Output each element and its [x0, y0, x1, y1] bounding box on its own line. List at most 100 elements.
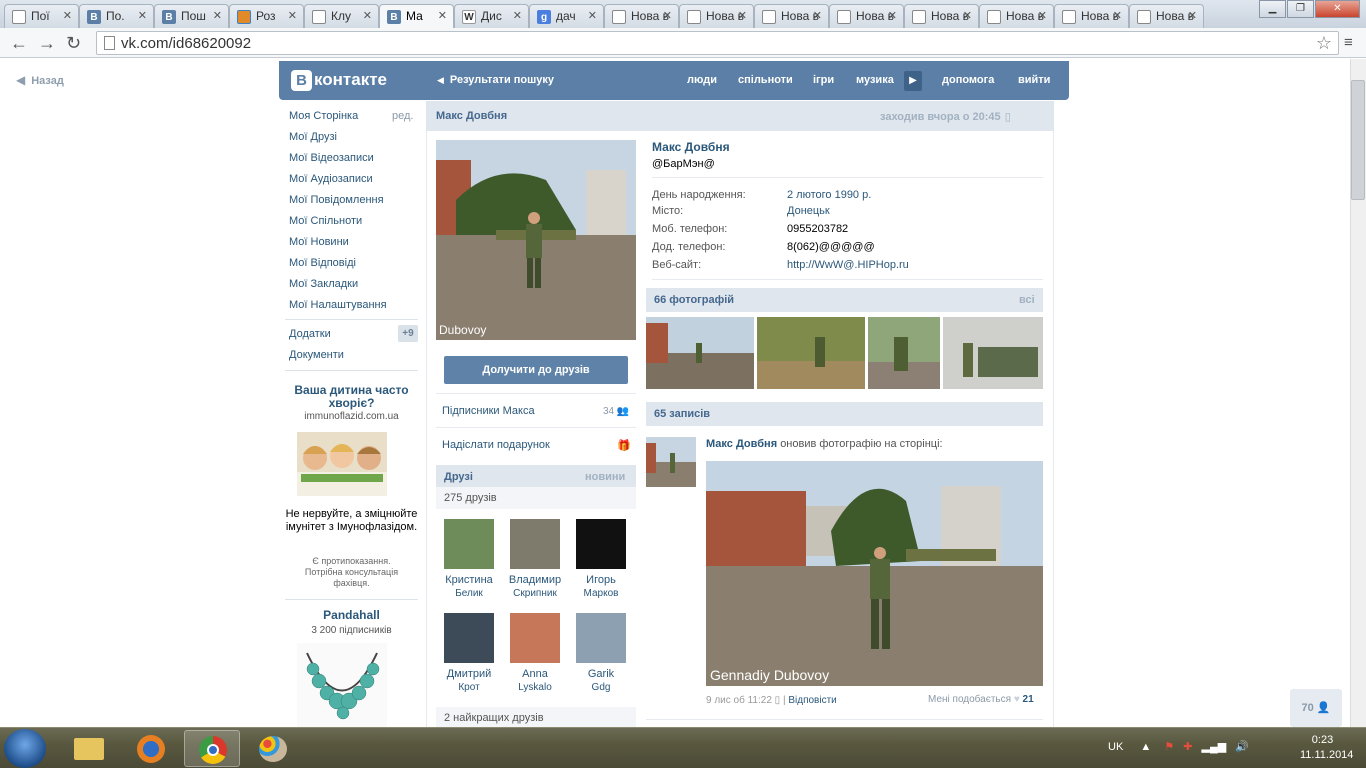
- nav-games[interactable]: ігри: [813, 74, 834, 86]
- friend-first-name[interactable]: Владимир: [505, 574, 565, 587]
- friend-last-name[interactable]: Gdg: [571, 681, 631, 694]
- add-friend-button[interactable]: Долучити до друзів: [444, 356, 628, 384]
- tab-5[interactable]: Клу ✕: [304, 4, 379, 28]
- tab-9[interactable]: Нова в ✕: [604, 4, 679, 28]
- tab-7[interactable]: W Дис ✕: [454, 4, 529, 28]
- subscribers-link[interactable]: Підписники Макса: [442, 405, 535, 417]
- menu-item-4[interactable]: Мої Аудіозаписи: [289, 173, 373, 185]
- friend-card[interactable]: Anna Lyskalo: [505, 613, 565, 694]
- network-warning-icon[interactable]: ⚑: [1164, 741, 1174, 753]
- tab-4[interactable]: Роз ✕: [229, 4, 304, 28]
- reload-icon[interactable]: ↻: [66, 34, 81, 52]
- close-tab-icon[interactable]: ✕: [588, 9, 597, 22]
- friend-last-name[interactable]: Lyskalo: [505, 681, 565, 694]
- nav-music[interactable]: музика: [856, 74, 894, 86]
- info-value[interactable]: Донецьк: [787, 205, 830, 217]
- tab-11[interactable]: Нова в ✕: [754, 4, 829, 28]
- browser-menu-icon[interactable]: ≡: [1344, 34, 1353, 51]
- close-tab-icon[interactable]: ✕: [513, 9, 522, 22]
- tab-3[interactable]: B Пош ✕: [154, 4, 229, 28]
- reply-link[interactable]: Відповісти: [788, 695, 836, 706]
- friend-avatar[interactable]: [576, 519, 626, 569]
- vk-logo[interactable]: Bконтакте: [291, 70, 387, 91]
- posts-title[interactable]: 65 записів: [654, 408, 710, 420]
- friend-card[interactable]: Дмитрий Крот: [439, 613, 499, 694]
- tab-15[interactable]: Нова в ✕: [1054, 4, 1129, 28]
- close-tab-icon[interactable]: ✕: [213, 9, 222, 22]
- close-tab-icon[interactable]: ✕: [138, 9, 147, 22]
- paint-taskbar-icon[interactable]: [245, 730, 301, 767]
- back-link[interactable]: ◀ Назад: [16, 73, 64, 87]
- friend-last-name[interactable]: Скрипник: [505, 587, 565, 600]
- menu-item-10[interactable]: Мої Налаштування: [289, 299, 387, 311]
- friend-last-name[interactable]: Крот: [439, 681, 499, 694]
- menu-item-9[interactable]: Мої Закладки: [289, 278, 358, 290]
- tab-14[interactable]: Нова в ✕: [979, 4, 1054, 28]
- photo-thumb-1[interactable]: [646, 317, 754, 389]
- explorer-taskbar-icon[interactable]: [62, 730, 118, 767]
- tab-1[interactable]: Пої ✕: [4, 4, 79, 28]
- profile-photo[interactable]: Dubovoy: [436, 140, 636, 340]
- ad-image[interactable]: [297, 432, 387, 496]
- nav-communities[interactable]: спільноти: [738, 74, 793, 86]
- scrollbar-thumb[interactable]: [1351, 80, 1365, 200]
- ad2-title[interactable]: Pandahall: [285, 608, 418, 622]
- start-button-icon[interactable]: [4, 729, 46, 768]
- info-value[interactable]: 2 лютого 1990 р.: [787, 189, 871, 201]
- security-icon[interactable]: ✚: [1183, 741, 1192, 753]
- like-button[interactable]: Мені подобається ♥ 21: [928, 694, 1034, 705]
- bookmark-star-icon[interactable]: ☆: [1316, 33, 1332, 54]
- tray-expand-icon[interactable]: ▲: [1140, 741, 1151, 753]
- menu-item-6[interactable]: Мої Спільноти: [289, 215, 362, 227]
- photo-thumb-4[interactable]: [943, 317, 1043, 389]
- tab-12[interactable]: Нова в ✕: [829, 4, 904, 28]
- photos-title[interactable]: 66 фотографій: [654, 294, 734, 306]
- friend-first-name[interactable]: Garik: [571, 668, 631, 681]
- close-window-button[interactable]: ✕: [1315, 0, 1360, 18]
- ad2-image[interactable]: [297, 643, 387, 727]
- maximize-button[interactable]: ❐: [1287, 0, 1314, 18]
- apps-badge[interactable]: +9: [398, 325, 418, 342]
- ad-domain[interactable]: immunoflazid.com.ua: [285, 411, 418, 422]
- post-date[interactable]: 9 лис об 11:22: [706, 695, 772, 706]
- close-tab-icon[interactable]: ✕: [1038, 9, 1047, 22]
- friend-last-name[interactable]: Марков: [571, 587, 631, 600]
- menu-documents[interactable]: Документи: [289, 349, 344, 361]
- friend-avatar[interactable]: [510, 613, 560, 663]
- close-tab-icon[interactable]: ✕: [1113, 9, 1122, 22]
- tab-16[interactable]: Нова в ✕: [1129, 4, 1204, 28]
- tab-10[interactable]: Нова в ✕: [679, 4, 754, 28]
- forward-arrow-icon[interactable]: →: [38, 34, 56, 52]
- menu-item-1[interactable]: Моя Сторінка: [289, 110, 358, 122]
- photo-thumb-3[interactable]: [868, 317, 940, 389]
- friends-news-link[interactable]: новини: [585, 471, 625, 483]
- friend-avatar[interactable]: [510, 519, 560, 569]
- menu-apps[interactable]: Додатки: [289, 328, 331, 340]
- ad-title[interactable]: Ваша дитина часто хворіє?: [285, 384, 418, 410]
- tab-8[interactable]: g дач ✕: [529, 4, 604, 28]
- online-friends-counter[interactable]: 70 👤: [1290, 689, 1342, 727]
- menu-item-7[interactable]: Мої Новини: [289, 236, 349, 248]
- tab-13[interactable]: Нова в ✕: [904, 4, 979, 28]
- nav-logout[interactable]: вийти: [1018, 74, 1050, 86]
- nav-help[interactable]: допомога: [942, 74, 994, 86]
- edit-link[interactable]: ред.: [392, 110, 413, 122]
- nav-people[interactable]: люди: [687, 74, 717, 86]
- friend-card[interactable]: Игорь Марков: [571, 519, 631, 600]
- close-tab-icon[interactable]: ✕: [63, 9, 72, 22]
- send-gift-link[interactable]: Надіслати подарунок: [442, 439, 550, 451]
- clock[interactable]: 0:23 11.11.2014: [1300, 733, 1353, 763]
- photo-thumb-2[interactable]: [757, 317, 865, 389]
- friend-first-name[interactable]: Игорь: [571, 574, 631, 587]
- firefox-taskbar-icon[interactable]: [123, 730, 179, 767]
- post-author-avatar[interactable]: [646, 437, 696, 487]
- profile-status[interactable]: @БарМэн@: [652, 158, 715, 170]
- back-arrow-icon[interactable]: ←: [10, 34, 28, 52]
- post-author[interactable]: Макс Довбня: [706, 438, 777, 450]
- friend-last-name[interactable]: Белик: [439, 587, 499, 600]
- friend-avatar[interactable]: [576, 613, 626, 663]
- play-icon[interactable]: ▶: [904, 71, 922, 91]
- photos-all-link[interactable]: всі: [1019, 294, 1035, 306]
- address-bar[interactable]: vk.com/id68620092 ☆: [96, 31, 1339, 55]
- menu-item-3[interactable]: Мої Відеозаписи: [289, 152, 374, 164]
